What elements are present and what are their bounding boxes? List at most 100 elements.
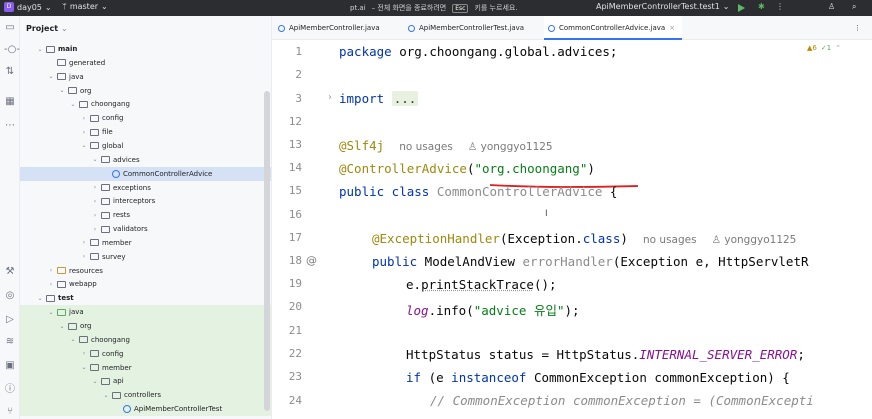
- account-button[interactable]: ♙: [828, 2, 835, 11]
- line-number[interactable]: 14: [272, 161, 302, 174]
- code-line-20[interactable]: log.info("advice 유입");: [406, 300, 580, 319]
- line-number[interactable]: 13: [272, 138, 302, 151]
- chevron-right-icon[interactable]: ›: [48, 281, 54, 288]
- code-line-3[interactable]: import ...: [339, 91, 419, 106]
- run-config-selector[interactable]: ApiMemberControllerTest.test1 ⌄: [596, 2, 729, 11]
- code-line-17[interactable]: @ExceptionHandler(Exception.class) no us…: [372, 231, 796, 246]
- chevron-down-icon[interactable]: ⌄: [103, 392, 109, 399]
- chevron-right-icon[interactable]: ›: [92, 198, 98, 205]
- tree-item[interactable]: ⌄ test: [37, 291, 73, 305]
- annotation-gutter-icon[interactable]: @: [306, 254, 317, 267]
- tab-api-member-controller-test[interactable]: ApiMemberControllerTest.java: [408, 16, 524, 40]
- tree-item[interactable]: › member: [81, 236, 132, 250]
- branch-switcher[interactable]: ᛘ master ⌄: [62, 2, 108, 11]
- chevron-down-icon[interactable]: ⌄: [48, 309, 54, 316]
- chevron-right-icon[interactable]: ›: [92, 226, 98, 233]
- tree-scrollbar[interactable]: [264, 91, 270, 411]
- line-number[interactable]: 23: [272, 370, 302, 383]
- project-switcher[interactable]: D day05 ⌄: [4, 2, 52, 12]
- chevron-right-icon[interactable]: ›: [81, 350, 87, 357]
- chevron-down-icon[interactable]: ⌄: [81, 142, 87, 149]
- line-number[interactable]: 15: [272, 184, 302, 197]
- chevron-down-icon[interactable]: ⌄: [59, 323, 65, 330]
- build-icon[interactable]: ⚒: [4, 266, 16, 278]
- terminal-icon[interactable]: ▣: [4, 360, 16, 372]
- tree-item[interactable]: › validators: [92, 222, 148, 236]
- chevron-down-icon[interactable]: ⌄: [37, 46, 43, 53]
- line-number[interactable]: 1: [272, 45, 302, 58]
- more-tools-icon[interactable]: ⋯: [4, 120, 16, 132]
- tree-item[interactable]: › interceptors: [92, 194, 156, 208]
- chevron-right-icon[interactable]: ›: [48, 267, 54, 274]
- chevron-down-icon[interactable]: ⌄: [81, 364, 87, 371]
- chevron-right-icon[interactable]: ›: [81, 253, 87, 260]
- search-everywhere-button[interactable]: ⌕: [852, 2, 856, 12]
- line-number[interactable]: 19: [272, 277, 302, 290]
- git-icon[interactable]: ⑂: [4, 406, 16, 418]
- chevron-right-icon[interactable]: ›: [81, 115, 87, 122]
- code-line-24[interactable]: // CommonException commonException = (Co…: [430, 393, 814, 408]
- tree-item[interactable]: › exceptions: [92, 181, 151, 195]
- fold-chevron-icon[interactable]: ›: [328, 92, 332, 103]
- tree-item[interactable]: ⌄ org: [59, 84, 91, 98]
- tree-item[interactable]: CommonControllerAdvice: [103, 167, 212, 181]
- tree-item[interactable]: › survey: [81, 250, 126, 264]
- tree-item[interactable]: › config: [81, 111, 124, 125]
- tree-item[interactable]: ⌄ main: [37, 42, 77, 56]
- services-icon[interactable]: ◎: [4, 290, 16, 302]
- tree-item[interactable]: › rests: [92, 208, 130, 222]
- tree-item[interactable]: ⌄ org: [59, 319, 91, 333]
- tree-item[interactable]: ⌄ global: [81, 139, 123, 153]
- tree-item[interactable]: › resources: [48, 264, 103, 278]
- line-number[interactable]: 2: [272, 68, 302, 81]
- chevron-down-icon[interactable]: ⌄: [70, 336, 76, 343]
- project-panel-header[interactable]: Project ⌄: [20, 16, 271, 40]
- line-number[interactable]: 20: [272, 300, 302, 313]
- tree-item[interactable]: generated: [48, 56, 105, 70]
- code-line-14[interactable]: @ControllerAdvice("org.choongang"): [339, 161, 595, 176]
- line-number[interactable]: 18: [272, 254, 302, 267]
- project-folder-icon[interactable]: ▭: [4, 22, 16, 34]
- chevron-down-icon[interactable]: ⌄: [59, 87, 65, 94]
- chevron-down-icon[interactable]: ⌄: [92, 156, 98, 163]
- commit-icon[interactable]: -○-: [4, 44, 20, 56]
- line-number[interactable]: 3: [272, 92, 302, 105]
- tree-item[interactable]: ⌄ api: [92, 374, 123, 388]
- close-icon[interactable]: ×: [669, 24, 675, 32]
- tab-api-member-controller[interactable]: ApiMemberController.java: [278, 16, 380, 40]
- code-line-18[interactable]: public ModelAndView errorHandler(Excepti…: [372, 254, 809, 269]
- code-line-13[interactable]: @Slf4j no usages ♙ yonggyo1125: [339, 138, 553, 153]
- code-line-19[interactable]: e.printStackTrace();: [406, 277, 557, 292]
- tree-item[interactable]: ⌄ java: [48, 305, 83, 319]
- line-number[interactable]: 24: [272, 394, 302, 407]
- structure-icon[interactable]: ▦: [4, 96, 16, 108]
- chevron-down-icon[interactable]: ⌄: [37, 295, 43, 302]
- line-number[interactable]: 17: [272, 231, 302, 244]
- layers-icon[interactable]: ≋: [4, 336, 16, 348]
- more-run-button[interactable]: ⋮: [776, 2, 784, 11]
- tree-item[interactable]: ⌄ choongang: [70, 333, 129, 347]
- tab-common-controller-advice[interactable]: CommonControllerAdvice.java ×: [544, 16, 682, 40]
- debug-button[interactable]: ✱: [758, 2, 765, 11]
- code-line-15[interactable]: public class CommonControllerAdvice {: [339, 184, 617, 199]
- chevron-down-icon[interactable]: ⌄: [92, 378, 98, 385]
- tree-item[interactable]: › config: [81, 347, 124, 361]
- run-button[interactable]: [738, 4, 745, 12]
- problems-icon[interactable]: ⓘ: [4, 384, 16, 396]
- tree-item[interactable]: ⌄ java: [48, 70, 83, 84]
- chevron-right-icon[interactable]: ›: [81, 239, 87, 246]
- tab-overflow-button[interactable]: ⋮: [854, 16, 861, 40]
- chevron-right-icon[interactable]: ›: [92, 212, 98, 219]
- tree-item[interactable]: › webapp: [48, 277, 97, 291]
- code-line-23[interactable]: if (e instanceof CommonException commonE…: [406, 370, 790, 385]
- chevron-down-icon[interactable]: ⌄: [48, 73, 54, 80]
- tree-item[interactable]: ⌄ advices: [92, 153, 139, 167]
- tree-item[interactable]: ⌄ choongang: [70, 97, 129, 111]
- line-number[interactable]: 21: [272, 324, 302, 337]
- run-tool-icon[interactable]: ▷: [4, 314, 16, 326]
- code-line-1[interactable]: package org.choongang.global.advices;: [339, 44, 617, 59]
- line-number[interactable]: 22: [272, 347, 302, 360]
- tree-item[interactable]: ⌄ controllers: [103, 388, 161, 402]
- chevron-down-icon[interactable]: ⌄: [70, 101, 76, 108]
- chevron-right-icon[interactable]: ›: [81, 129, 87, 136]
